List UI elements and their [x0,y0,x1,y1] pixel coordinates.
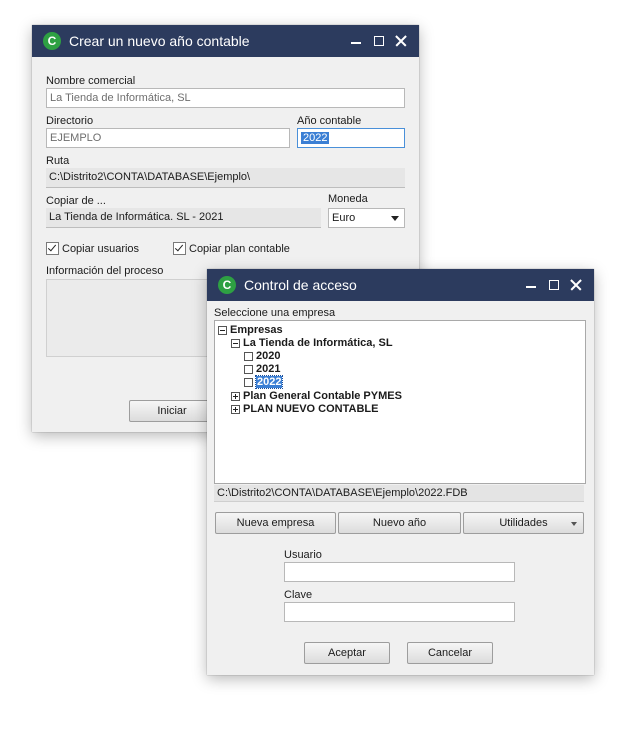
usuario-label: Usuario [284,549,322,561]
access-control-dialog: C Control de acceso Seleccione una empre… [207,269,594,675]
minimize-icon[interactable] [521,275,541,295]
iniciar-button[interactable]: Iniciar [129,400,215,422]
checkbox-icon[interactable] [244,364,253,374]
title-bar[interactable]: C Crear un nuevo año contable [32,25,419,57]
tree-node-year-2022[interactable]: 2022 [244,375,284,389]
nombre-comercial-label: Nombre comercial [46,75,136,87]
nuevo-anio-label: Nuevo año [372,517,427,529]
tree-node-year-2021[interactable]: 2021 [244,363,280,375]
utilidades-button[interactable]: Utilidades [463,512,584,534]
copiar-usuarios-checkbox[interactable]: Copiar usuarios [46,242,139,255]
info-proceso-label: Información del proceso [46,265,164,277]
nuevo-anio-button[interactable]: Nuevo año [338,512,461,534]
chevron-down-icon [571,522,577,526]
clave-label: Clave [284,589,313,601]
anio-contable-label: Año contable [297,115,362,127]
cancelar-button[interactable]: Cancelar [407,642,493,664]
checkbox-icon [46,242,59,255]
tree-node-label: 2020 [256,350,281,362]
usuario-input[interactable] [284,562,515,582]
window-title: Crear un nuevo año contable [69,33,250,49]
copiar-usuarios-label: Copiar usuarios [62,242,140,255]
expand-icon[interactable] [231,391,240,401]
ruta-label: Ruta [46,155,70,167]
nueva-empresa-label: Nueva empresa [236,517,315,529]
tree-node-label: Plan General Contable PYMES [243,390,402,402]
tree-node-label: 2021 [256,363,281,375]
moneda-select[interactable]: Euro [328,208,405,228]
tree-node-company[interactable]: La Tienda de Informática, SL [231,337,393,349]
cancelar-label: Cancelar [427,647,473,659]
chevron-down-icon [391,216,399,221]
tree-node-label: PLAN NUEVO CONTABLE [243,403,379,415]
title-bar[interactable]: C Control de acceso [207,269,594,301]
close-icon[interactable] [391,31,411,51]
window-title: Control de acceso [244,277,357,293]
directorio-field[interactable]: EJEMPLO [46,128,290,148]
checkbox-icon[interactable] [244,351,253,361]
collapse-icon[interactable] [231,338,240,348]
moneda-value: Euro [332,212,356,224]
clave-input[interactable] [284,602,515,622]
seleccione-empresa-label: Seleccione una empresa [214,307,336,319]
moneda-label: Moneda [328,193,368,205]
utilidades-label: Utilidades [499,517,548,529]
minimize-icon[interactable] [346,31,366,51]
maximize-icon[interactable] [544,275,564,295]
copiar-de-label: Copiar de ... [46,195,106,207]
aceptar-button[interactable]: Aceptar [304,642,390,664]
ruta-field: C:\Distrito2\CONTA\DATABASE\Ejemplo\ [46,168,405,188]
aceptar-label: Aceptar [328,647,366,659]
tree-node-year-2020[interactable]: 2020 [244,350,280,362]
anio-contable-value: 2022 [301,132,330,144]
tree-node-label: 2022 [254,375,284,389]
maximize-icon[interactable] [369,31,389,51]
nombre-comercial-field[interactable]: La Tienda de Informática, SL [46,88,405,108]
iniciar-label: Iniciar [157,405,187,417]
app-logo-icon: C [218,276,236,294]
anio-contable-field[interactable]: 2022 [297,128,405,148]
copiar-plan-label: Copiar plan contable [189,242,290,255]
close-icon[interactable] [566,275,586,295]
collapse-icon[interactable] [218,325,227,335]
copiar-de-field: La Tienda de Informática. SL - 2021 [46,208,321,228]
expand-icon[interactable] [231,404,240,414]
db-path-bar: C:\Distrito2\CONTA\DATABASE\Ejemplo\2022… [214,485,584,502]
tree-node-plan-nuevo[interactable]: PLAN NUEVO CONTABLE [231,403,378,415]
app-logo-icon: C [43,32,61,50]
nueva-empresa-button[interactable]: Nueva empresa [215,512,336,534]
directorio-label: Directorio [46,115,94,127]
checkbox-icon[interactable] [244,377,253,387]
company-tree[interactable]: Empresas La Tienda de Informática, SL 20… [214,320,586,484]
checkbox-icon [173,242,186,255]
copiar-plan-checkbox[interactable]: Copiar plan contable [173,242,290,255]
tree-node-empresas[interactable]: Empresas [218,324,283,336]
tree-node-plan-pymes[interactable]: Plan General Contable PYMES [231,390,402,402]
tree-node-label: La Tienda de Informática, SL [243,337,393,349]
tree-node-label: Empresas [230,324,283,336]
